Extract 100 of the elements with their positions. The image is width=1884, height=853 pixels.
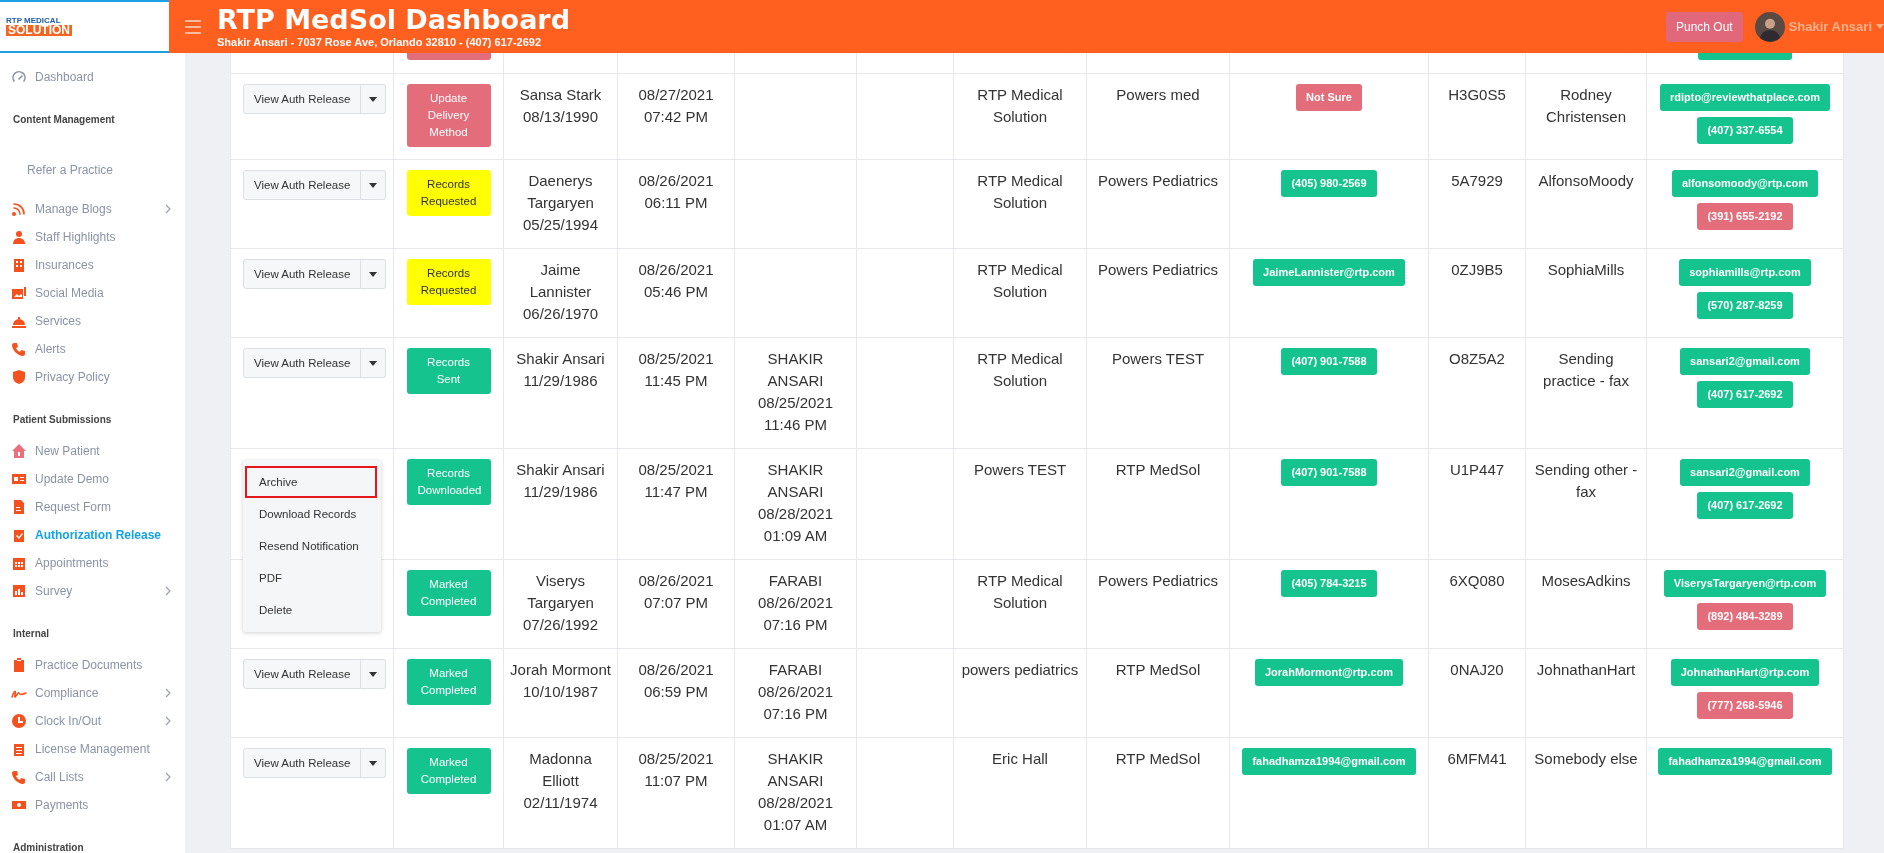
patient-name: Daenerys Targaryen (526, 171, 595, 213)
contact-badge[interactable]: (407) 617-2692 (1697, 492, 1793, 519)
table-cell-text: 0NAJ20 (1449, 660, 1505, 680)
contact-badge[interactable]: (407) 617-2692 (1697, 381, 1793, 408)
completed-by: SHAKIR ANSARI (766, 460, 825, 502)
birth-date: 02/11/1974 (522, 793, 599, 813)
contact-badge[interactable]: (407) 901-7588 (1281, 348, 1377, 375)
submitted-date: 08/26/2021 06:11 PM (637, 171, 715, 213)
contact-badge[interactable]: (407) 337-6554 (1697, 117, 1793, 144)
sidebar-item[interactable]: Call Lists (0, 763, 185, 791)
view-auth-release-button[interactable]: View Auth Release (243, 659, 362, 689)
contact-badge[interactable]: (777) 268-5946 (1697, 692, 1793, 719)
dropdown-button[interactable] (361, 84, 387, 114)
status-badge: Records Requested (406, 259, 491, 305)
patient-name: Jaime Lannister (528, 260, 593, 302)
table-cell-text: 6XQ080 (1448, 571, 1506, 591)
section-heading: Internal (12, 627, 51, 641)
sidebar-item[interactable]: Payments (0, 791, 185, 819)
table-cell-text: JohnathanHart (1535, 660, 1637, 680)
completed-by: FARABI (767, 660, 824, 680)
birth-date: 11/29/1986 (522, 482, 599, 502)
contact-badge[interactable]: Not Sure (1296, 84, 1362, 111)
sidebar-item[interactable]: Survey (0, 577, 185, 605)
sidebar-item[interactable]: New Patient (0, 437, 185, 465)
contact-badge[interactable]: sansari2@gmail.com (1680, 459, 1810, 486)
logo-text: RTP MEDICAL (6, 17, 61, 25)
user-name[interactable]: Shakir Ansari (1788, 19, 1872, 34)
sidebar-item[interactable]: Appointments (0, 549, 185, 577)
table-cell-text: Somebody else (1533, 749, 1639, 769)
table-cell-text: Powers Pediatrics (1096, 260, 1219, 280)
person-icon (11, 229, 27, 245)
menu-item[interactable]: PDF (245, 562, 377, 594)
images-icon (11, 285, 27, 301)
logo[interactable]: RTP MEDICAL SOLUTION (0, 0, 169, 53)
table-cell-text: RTP Medical Solution (976, 171, 1064, 213)
contact-badge[interactable]: (405) 980-2569 (1281, 170, 1377, 197)
sidebar-item[interactable]: License Management (0, 735, 185, 763)
contact-badge[interactable]: (892) 484-3289 (1697, 603, 1793, 630)
caret-icon (369, 360, 378, 366)
sidebar-item[interactable]: Refer a Practice (0, 156, 185, 184)
dropdown-button[interactable] (361, 348, 387, 378)
contact-badge[interactable]: sophiamills@rtp.com (1679, 259, 1811, 286)
sidebar-item[interactable]: Privacy Policy (0, 363, 185, 391)
sidebar-item[interactable]: Insurances (0, 251, 185, 279)
status-badge: Marked Completed (406, 748, 491, 794)
contact-badge[interactable]: JaimeLannister@rtp.com (1253, 259, 1405, 286)
table-cell-text: Sending other - fax (1533, 460, 1639, 502)
contact-badge[interactable]: ViserysTargaryen@rtp.com (1663, 570, 1827, 597)
dropdown-button[interactable] (361, 659, 387, 689)
menu-item[interactable]: Delete (245, 594, 377, 626)
chevron-right-icon (165, 716, 171, 726)
sidebar-item[interactable]: Alerts (0, 335, 185, 363)
sidebar-item[interactable]: Authorization Release (0, 521, 185, 549)
contact-badge[interactable]: (391) 655-2192 (1697, 203, 1793, 230)
page-title: RTP MedSol Dashboard (217, 4, 570, 36)
sidebar-item[interactable]: Compliance (0, 679, 185, 707)
menu-item[interactable]: Resend Notification (245, 530, 377, 562)
contact-badge[interactable]: JohnathanHart@rtp.com (1670, 659, 1820, 686)
patient-name: Shakir Ansari (515, 460, 606, 480)
view-auth-release-button[interactable]: View Auth Release (243, 748, 362, 778)
table-cell-text: RTP MedSol (1114, 660, 1202, 680)
submitted-date: 08/26/2021 07:07 PM (637, 571, 715, 613)
punch-out-button[interactable]: Punch Out (1665, 11, 1743, 42)
bar-chart-icon (11, 583, 27, 599)
dropdown-button[interactable] (361, 170, 387, 200)
contact-badge[interactable]: rdipto@reviewthatplace.com (1659, 84, 1831, 111)
contact-badge[interactable]: (407) 901-7588 (1281, 459, 1377, 486)
contact-badge[interactable]: (570) 287-8259 (1697, 292, 1793, 319)
view-auth-release-button[interactable]: View Auth Release (243, 84, 362, 114)
sidebar-item[interactable]: Clock In/Out (0, 707, 185, 735)
contact-badge[interactable]: alfonsomoody@rtp.com (1671, 170, 1819, 197)
sidebar-item[interactable]: Staff Highlights (0, 223, 185, 251)
contact-badge[interactable]: (405) 784-3215 (1281, 570, 1377, 597)
table-cell-text: RTP MedSol (1114, 749, 1202, 769)
sidebar-item[interactable]: Manage Blogs (0, 195, 185, 223)
menu-item[interactable]: Download Records (245, 498, 377, 530)
dropdown-button[interactable] (361, 748, 387, 778)
phone-icon (11, 769, 27, 785)
shield-icon (11, 369, 27, 385)
completed-date: 08/25/2021 11:46 PM (756, 393, 835, 435)
contact-badge[interactable]: JorahMormont@rtp.com (1254, 659, 1404, 686)
contact-badge[interactable]: fahadhamza1994@gmail.com (1242, 748, 1416, 775)
view-auth-release-button[interactable]: View Auth Release (243, 259, 362, 289)
sidebar-item[interactable]: Social Media (0, 279, 185, 307)
menu-item[interactable]: Archive (245, 466, 377, 498)
sidebar-item[interactable]: Dashboard (0, 63, 185, 91)
dropdown-button[interactable] (361, 259, 387, 289)
sidebar-item[interactable]: Practice Documents (0, 651, 185, 679)
chevron-right-icon (165, 204, 171, 214)
view-auth-release-button[interactable]: View Auth Release (243, 348, 362, 378)
birth-date: 06/26/1970 (521, 304, 600, 324)
view-auth-release-button[interactable]: View Auth Release (243, 170, 362, 200)
avatar[interactable] (1754, 11, 1785, 42)
contact-badge[interactable]: sansari2@gmail.com (1680, 348, 1810, 375)
sidebar-item[interactable]: Services (0, 307, 185, 335)
sidebar-item[interactable]: Request Form (0, 493, 185, 521)
sidebar-item[interactable]: Update Demo (0, 465, 185, 493)
table-cell-text: Powers Pediatrics (1096, 571, 1219, 591)
patient-name: Shakir Ansari (515, 349, 606, 369)
contact-badge[interactable]: fahadhamza1994@gmail.com (1658, 748, 1832, 775)
